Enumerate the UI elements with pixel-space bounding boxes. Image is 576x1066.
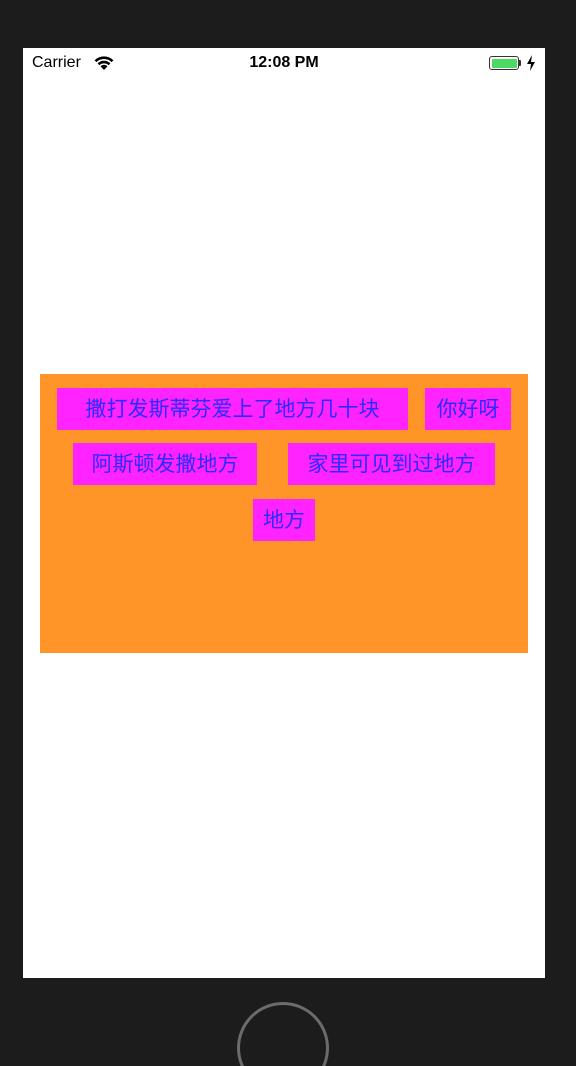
battery-tip (519, 60, 521, 66)
tag-item[interactable]: 撒打发斯蒂芬爱上了地方几十块 (57, 388, 408, 430)
status-time: 12:08 PM (249, 54, 319, 71)
screen: Carrier 12:08 PM 撒打发斯蒂芬爱上了地方几十块 你好呀 阿斯顿发… (23, 48, 545, 978)
tag-item[interactable]: 你好呀 (425, 388, 511, 430)
battery-icon (489, 56, 519, 70)
home-button[interactable] (237, 1002, 329, 1066)
battery-level (491, 58, 517, 68)
device-frame: Carrier 12:08 PM 撒打发斯蒂芬爱上了地方几十块 你好呀 阿斯顿发… (0, 0, 576, 1066)
tag-item[interactable]: 地方 (253, 499, 315, 541)
tag-item[interactable]: 家里可见到过地方 (288, 443, 495, 485)
status-bar: Carrier 12:08 PM (23, 48, 545, 78)
tag-item[interactable]: 阿斯顿发撒地方 (73, 443, 257, 485)
charging-bolt-icon (527, 55, 535, 71)
tag-view: 撒打发斯蒂芬爱上了地方几十块 你好呀 阿斯顿发撒地方 家里可见到过地方 地方 (40, 374, 528, 653)
